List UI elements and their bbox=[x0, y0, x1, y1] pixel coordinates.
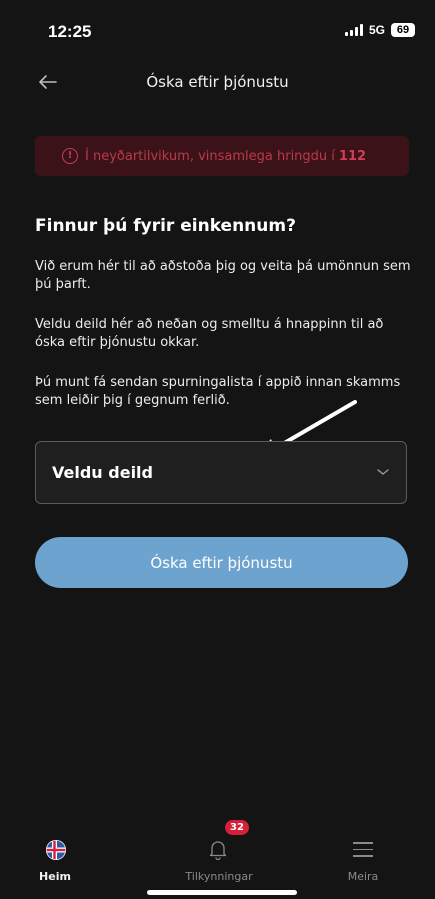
tab-notifications[interactable]: 32 Tilkynningar bbox=[164, 820, 274, 890]
notification-count-badge: 32 bbox=[225, 820, 249, 835]
questionnaire-paragraph: Þú munt fá sendan spurningalista í appið… bbox=[35, 375, 401, 408]
tab-home[interactable]: Heim bbox=[0, 830, 110, 890]
signal-icon bbox=[344, 24, 363, 36]
status-time: 12:25 bbox=[48, 22, 92, 41]
chevron-down-icon bbox=[377, 469, 389, 475]
menu-icon bbox=[353, 842, 373, 858]
instruction-paragraph: Veldu deild hér að neðan og smelltu á hn… bbox=[35, 317, 384, 350]
tab-notifications-label: Tilkynningar bbox=[185, 870, 253, 883]
page-title: Óska eftir þjónustu bbox=[146, 73, 289, 91]
emergency-banner: ! Í neyðartilvikum, vinsamlega hringdu í… bbox=[35, 136, 409, 176]
tab-more[interactable]: Meira bbox=[308, 830, 418, 890]
emergency-text: Í neyðartilvikum, vinsamlega hringdu í bbox=[85, 148, 335, 164]
tab-more-label: Meira bbox=[347, 870, 379, 883]
home-indicator bbox=[147, 890, 297, 895]
bell-icon bbox=[209, 841, 227, 860]
intro-paragraph: Við erum hér til að aðstoða þig og veita… bbox=[35, 259, 411, 292]
bottom-tab-bar: Heim 32 Tilkynningar Meira bbox=[0, 820, 435, 899]
department-select[interactable]: Veldu deild bbox=[35, 441, 407, 504]
top-navigation: Óska eftir þjónustu bbox=[0, 60, 435, 104]
request-service-button[interactable]: Óska eftir þjónustu bbox=[35, 537, 408, 588]
battery-icon: 69 bbox=[391, 23, 415, 37]
status-bar: 12:25 5G 69 bbox=[0, 0, 435, 60]
status-indicators: 5G 69 bbox=[344, 23, 415, 37]
tab-home-label: Heim bbox=[39, 870, 71, 883]
department-select-value: Veldu deild bbox=[52, 463, 153, 482]
section-heading: Finnur þú fyrir einkennum? bbox=[35, 216, 296, 236]
info-icon: ! bbox=[62, 148, 78, 164]
iceland-flag-icon bbox=[46, 840, 66, 860]
network-type: 5G bbox=[368, 23, 385, 37]
emergency-number[interactable]: 112 bbox=[339, 149, 366, 164]
